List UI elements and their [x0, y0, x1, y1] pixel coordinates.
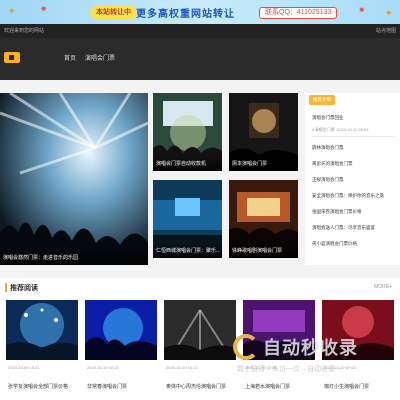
confetti-icon: ✦	[385, 8, 393, 18]
nav-item-tickets[interactable]: 演唱会门票	[85, 53, 115, 62]
top-ad-banner[interactable]: ✦ ✷ 本站转让中 更多高权重网站转让 联系QQ：411025133 ✷ ✦	[0, 0, 400, 24]
sidebar-item-date: 2024-10-10 09:24	[337, 127, 369, 132]
confetti-icon: ✷	[358, 5, 366, 15]
article-card[interactable]: 2024-10-10 10:11 奥体中心周杰伦演唱会门票	[164, 300, 236, 400]
article-title[interactable]: 上海若水演唱会门票	[245, 383, 290, 390]
watermark-title: 自动秒收录	[263, 338, 358, 358]
article-thumbnail	[6, 300, 78, 360]
article-title[interactable]: 非常春演唱会门票	[87, 383, 127, 390]
banner-tag: 本站转让中	[90, 6, 137, 19]
watermark-subtitle: 数上链接→未访一次→自动收录→	[237, 366, 342, 373]
divider	[312, 136, 396, 137]
sidebar-item[interactable]: 演唱会送人门票：尽享音乐盛宴	[312, 225, 375, 231]
article-card[interactable]: 2024-10-10 10:33 非常春演唱会门票	[85, 300, 157, 400]
watermark: 自动秒收录 数上链接→未访一次→自动收录→	[233, 332, 383, 380]
section-title: 推荐阅读	[10, 285, 38, 292]
nav-item-home[interactable]: 首页	[64, 53, 76, 62]
welcome-text: 欢迎来到您的网站	[4, 28, 45, 34]
sidebar-item-tag: K演唱会门票	[312, 127, 335, 132]
article-title[interactable]: 咖灯小生演唱会门票	[324, 383, 369, 390]
featured-tile-1[interactable]: 演唱会门票自动收款机	[153, 93, 222, 171]
article-thumbnail	[85, 300, 157, 360]
sidebar-item[interactable]: 演唱会门票回业	[312, 115, 344, 121]
sidebar-item[interactable]: 央小蓝演唱会门票价格	[312, 241, 357, 247]
featured-main[interactable]: 演唱会悠然门票：走进音乐的乐园	[0, 93, 148, 265]
concert-image	[0, 93, 148, 265]
sidebar-item[interactable]: 薛林演唱会门票	[312, 145, 344, 151]
article-date: 2024-10-10 10:11	[166, 365, 198, 370]
tile-caption: 厕本演唱会门票	[229, 156, 298, 171]
site-logo[interactable]	[4, 52, 20, 63]
tile-caption: 演唱会门票自动收款机	[153, 156, 222, 171]
sidebar-item[interactable]: 张国荣卷演唱会门票价格	[312, 209, 362, 215]
sidebar-item[interactable]: 正规演唱会门票	[312, 177, 344, 183]
featured-caption: 演唱会悠然门票：走进音乐的乐园	[0, 250, 148, 265]
top-info-bar: 欢迎来到您的网站 站点地图	[0, 24, 400, 38]
confetti-icon: ✦	[8, 6, 16, 16]
featured-tile-2[interactable]: 厕本演唱会门票	[229, 93, 298, 171]
sitemap-link[interactable]: 站点地图	[376, 24, 396, 38]
sidebar-item[interactable]: 安全演唱会门票：保护你的音乐之旅	[312, 193, 384, 199]
featured-tile-3[interactable]: 仁恒西城演唱会门票：聚乐...	[153, 180, 222, 258]
sidebar-item[interactable]: 黄思买的演唱会门票	[312, 161, 353, 167]
banner-contact[interactable]: 联系QQ：411025133	[259, 7, 338, 19]
article-title[interactable]: 张学友演唱会全部门票价格	[8, 383, 68, 390]
article-title[interactable]: 奥体中心周杰伦演唱会门票	[166, 383, 226, 390]
article-card[interactable]: 2024-10-09 15:21 张学友演唱会全部门票价格	[6, 300, 78, 400]
section-accent-bar	[5, 283, 7, 292]
banner-headline: 更多高权重网站转让	[136, 9, 235, 20]
featured-tile-4[interactable]: 徐峥歌唱剧演唱会门票	[229, 180, 298, 258]
tile-caption: 仁恒西城演唱会门票：聚乐...	[153, 243, 222, 258]
main-nav: 首页 演唱会门票	[0, 38, 400, 80]
article-date: 2024-10-10 10:33	[87, 365, 119, 370]
more-link[interactable]: MORE+	[374, 284, 392, 290]
watermark-logo-icon	[233, 334, 259, 360]
tile-caption: 徐峥歌唱剧演唱会门票	[229, 243, 298, 258]
confetti-icon: ✷	[40, 4, 48, 14]
sidebar-recommended: 推荐文章 演唱会门票回业 K演唱会门票 2024-10-10 09:24 薛林演…	[305, 93, 400, 265]
article-date: 2024-10-09 15:21	[8, 365, 40, 370]
article-thumbnail	[164, 300, 236, 360]
sidebar-header: 推荐文章	[309, 95, 335, 105]
